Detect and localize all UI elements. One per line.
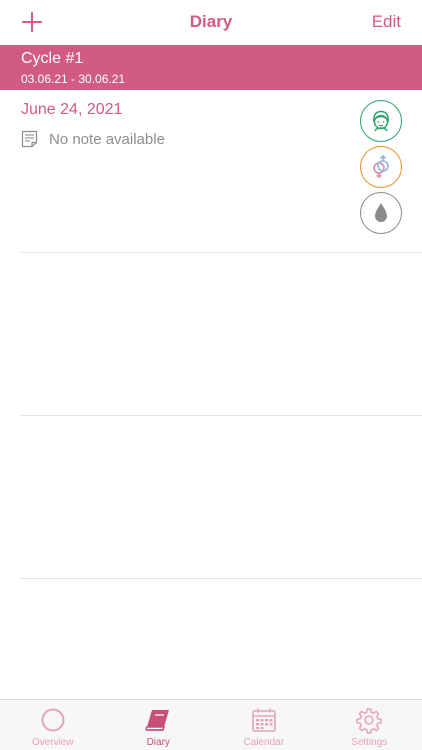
intercourse-badge[interactable]: [360, 146, 402, 188]
tab-label: Settings: [351, 737, 388, 748]
tab-bar: Overview Diary Calendar Settings: [0, 699, 422, 750]
cycle-title: Cycle #1: [21, 50, 84, 67]
tab-overview[interactable]: Overview: [0, 700, 106, 750]
tab-diary[interactable]: Diary: [106, 700, 212, 750]
divider: [21, 578, 422, 579]
tab-settings[interactable]: Settings: [317, 700, 422, 750]
circle-icon: [38, 706, 68, 734]
cycle-header: Cycle #1 03.06.21 - 30.06.21: [0, 45, 422, 90]
page-title: Diary: [189, 12, 233, 31]
tab-label: Overview: [31, 737, 74, 748]
note-text: No note available: [49, 130, 165, 148]
note-icon: [21, 130, 38, 148]
entry-date: June 24, 2021: [21, 101, 123, 118]
tab-calendar[interactable]: Calendar: [211, 700, 317, 750]
empty-row: [0, 253, 422, 416]
diary-entry[interactable]: June 24, 2021 No note available: [0, 90, 422, 253]
tab-label: Calendar: [243, 737, 285, 748]
sex-symbols-icon: [373, 154, 389, 178]
mood-face-icon: [373, 110, 389, 132]
note-row: No note available: [21, 130, 165, 148]
book-icon: [143, 706, 173, 734]
empty-row: [0, 416, 422, 579]
edit-button[interactable]: Edit: [372, 12, 401, 32]
flow-badge[interactable]: [360, 192, 402, 234]
mood-badge[interactable]: [360, 100, 402, 142]
cycle-date-range: 03.06.21 - 30.06.21: [21, 72, 126, 86]
gear-icon: [354, 706, 384, 734]
drop-icon: [375, 203, 387, 222]
tab-label: Diary: [146, 737, 170, 748]
navigation-bar: Diary Edit: [0, 0, 422, 45]
calendar-icon: [249, 706, 279, 734]
